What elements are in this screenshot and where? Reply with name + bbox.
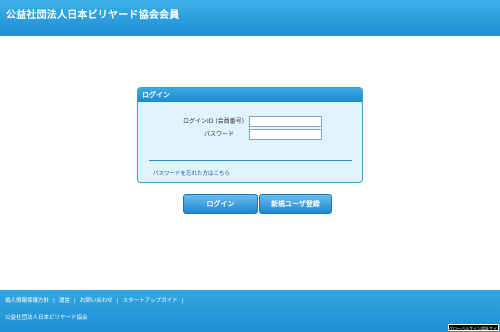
footer-separator: |	[116, 298, 119, 304]
login-panel: ログイン ログインID (会員番号) パスワード パスワードを忘れた方はこちら	[137, 87, 363, 183]
footer-separator: |	[53, 298, 55, 304]
footer-org-name: 公益社団法人日本ビリヤード協会	[5, 315, 88, 321]
site-header: 公益社団法人日本ビリヤード協会会員	[0, 0, 500, 36]
ssl-seal-badge[interactable]: グローバルサイン認証サイト	[448, 324, 499, 331]
login-id-row: ログインID (会員番号)	[138, 115, 244, 127]
password-label: パスワード	[203, 131, 234, 138]
footer-separator: |	[73, 298, 76, 304]
panel-divider	[149, 160, 352, 161]
site-footer: 個人情報保護方針 | 運営 | お問い合わせ | スタートアップガイド | 公益社団法人日本ビ…	[0, 290, 500, 332]
login-button[interactable]: ログイン	[183, 194, 258, 214]
footer-links: 個人情報保護方針 | 運営 | お問い合わせ | スタートアップガイド |	[5, 296, 188, 304]
login-id-input[interactable]	[249, 116, 322, 127]
footer-link-operation[interactable]: 運営	[59, 298, 70, 304]
forgot-password-link[interactable]: パスワードを忘れた方はこちら	[153, 169, 230, 177]
footer-link-startup-guide[interactable]: スタートアップガイド	[123, 298, 178, 304]
password-input[interactable]	[249, 129, 322, 140]
footer-link-contact[interactable]: お問い合わせ	[80, 298, 113, 304]
register-button[interactable]: 新規ユーザ登録	[259, 194, 332, 214]
login-id-label: ログインID (会員番号)	[183, 118, 244, 125]
footer-separator: |	[181, 298, 184, 304]
site-title: 公益社団法人日本ビリヤード協会会員	[6, 10, 180, 21]
footer-link-privacy[interactable]: 個人情報保護方針	[5, 298, 49, 304]
login-panel-title: ログイン	[138, 88, 362, 102]
password-row: パスワード	[138, 128, 234, 140]
